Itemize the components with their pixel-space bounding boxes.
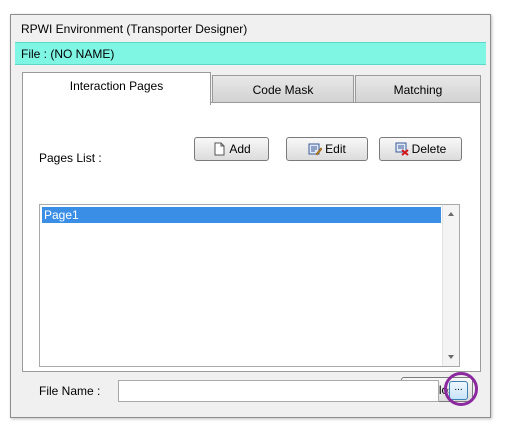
delete-button-label: Delete [411, 142, 447, 156]
browse-button[interactable]: ... [449, 381, 468, 400]
edit-icon [308, 142, 323, 156]
file-name-input[interactable] [118, 380, 439, 402]
interaction-pages-content: Pages List : Add Edit Delete Page1 File … [22, 102, 481, 406]
tab-interaction-pages[interactable]: Interaction Pages [22, 72, 211, 105]
pages-list-label: Pages List : [39, 151, 102, 165]
list-item[interactable]: Page1 [42, 207, 441, 223]
scroll-up-icon[interactable] [448, 212, 454, 216]
tab-matching[interactable]: Matching [355, 75, 481, 102]
vertical-scrollbar[interactable] [442, 205, 459, 366]
new-page-icon [212, 142, 226, 156]
file-name-label: File Name : [39, 384, 101, 398]
delete-button[interactable]: Delete [379, 137, 462, 161]
pages-listbox[interactable]: Page1 [39, 204, 460, 367]
main-window: RPWI Environment (Transporter Designer) … [10, 14, 491, 418]
add-button[interactable]: Add [194, 137, 269, 161]
add-button-label: Add [229, 142, 251, 156]
tab-code-mask[interactable]: Code Mask [212, 75, 354, 102]
scroll-down-icon[interactable] [448, 355, 454, 359]
delete-icon [395, 142, 409, 156]
tab-panel: Interaction Pages Code Mask Matching Pag… [22, 72, 481, 406]
window-title: RPWI Environment (Transporter Designer) [11, 15, 490, 42]
edit-button-label: Edit [325, 142, 346, 156]
edit-button[interactable]: Edit [286, 137, 368, 161]
file-status-bar: File : (NO NAME) [15, 42, 486, 65]
